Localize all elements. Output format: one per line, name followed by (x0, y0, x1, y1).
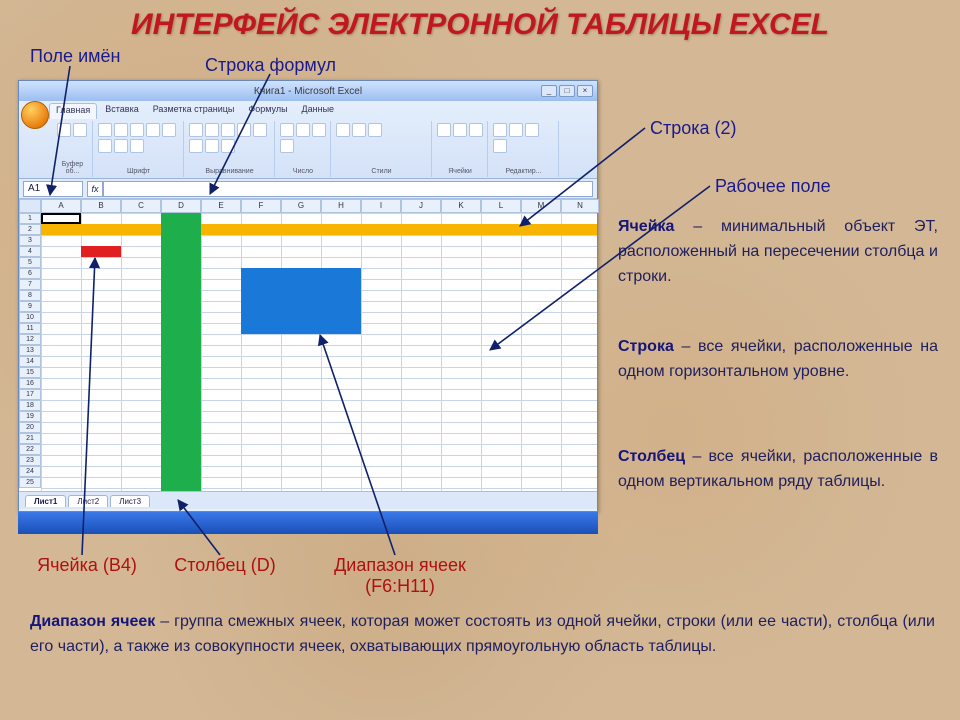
definition-range: Диапазон ячеек – группа смежных ячеек, к… (30, 610, 935, 660)
close-button[interactable]: × (577, 85, 593, 97)
row-header[interactable]: 14 (19, 356, 41, 367)
name-box[interactable]: A1 (23, 181, 83, 197)
col-header[interactable]: B (81, 199, 121, 213)
tab-home[interactable]: Главная (49, 103, 97, 119)
highlighted-column-d (161, 213, 201, 491)
row-header[interactable]: 15 (19, 367, 41, 378)
col-header[interactable]: D (161, 199, 201, 213)
active-cell-a1 (41, 213, 81, 224)
row-header[interactable]: 18 (19, 400, 41, 411)
col-header[interactable]: E (201, 199, 241, 213)
highlighted-row-2 (41, 224, 597, 235)
row-header[interactable]: 1 (19, 213, 41, 224)
col-header[interactable]: H (321, 199, 361, 213)
tab-insert[interactable]: Вставка (99, 103, 144, 119)
row-header[interactable]: 19 (19, 411, 41, 422)
sheet-tab[interactable]: Лист1 (25, 495, 66, 507)
callout-cell-b4: Ячейка (B4) (32, 555, 142, 576)
group-align: Выравнивание (189, 168, 270, 175)
callout-range: Диапазон ячеек (F6:H11) (310, 555, 490, 597)
definition-cell: Ячейка – минимальный объект ЭТ, располож… (618, 215, 938, 289)
ribbon-tabs: Главная Вставка Разметка страницы Формул… (19, 101, 597, 119)
fx-icon[interactable]: fx (87, 181, 103, 197)
window-titlebar: Книга1 - Microsoft Excel _ □ × (19, 81, 597, 101)
sheet-tab[interactable]: Лист2 (68, 495, 108, 507)
row-header[interactable]: 23 (19, 455, 41, 466)
callout-column-d: Столбец (D) (170, 555, 280, 576)
col-header[interactable]: C (121, 199, 161, 213)
row-header[interactable]: 22 (19, 444, 41, 455)
maximize-button[interactable]: □ (559, 85, 575, 97)
worksheet-area[interactable]: A B C D E F G H I J K L M N 123456789101… (19, 199, 597, 491)
col-header[interactable]: N (561, 199, 599, 213)
highlighted-cell-b4 (81, 246, 121, 257)
col-header[interactable]: L (481, 199, 521, 213)
row-header[interactable]: 3 (19, 235, 41, 246)
group-cells: Ячейки (437, 168, 483, 175)
row-header[interactable]: 7 (19, 279, 41, 290)
tab-layout[interactable]: Разметка страницы (147, 103, 241, 119)
label-row2: Строка (2) (650, 118, 737, 139)
highlighted-range-f6h11 (241, 268, 361, 334)
row-header[interactable]: 9 (19, 301, 41, 312)
tab-data[interactable]: Данные (296, 103, 341, 119)
group-edit: Редактир... (493, 168, 554, 175)
label-name-box: Поле имён (30, 46, 120, 67)
sheet-tabs: Лист1 Лист2 Лист3 (19, 491, 597, 509)
col-header[interactable]: M (521, 199, 561, 213)
row-header[interactable]: 13 (19, 345, 41, 356)
row-header[interactable]: 5 (19, 257, 41, 268)
row-header[interactable]: 21 (19, 433, 41, 444)
window-title: Книга1 - Microsoft Excel (254, 86, 362, 97)
row-header[interactable]: 12 (19, 334, 41, 345)
label-work-area: Рабочее поле (715, 176, 831, 197)
row-header[interactable]: 11 (19, 323, 41, 334)
col-header[interactable]: A (41, 199, 81, 213)
sheet-tab[interactable]: Лист3 (110, 495, 150, 507)
group-clipboard: Буфер об... (57, 161, 88, 175)
office-button[interactable] (21, 101, 49, 129)
col-header[interactable]: J (401, 199, 441, 213)
tab-formulas[interactable]: Формулы (242, 103, 293, 119)
row-header[interactable]: 16 (19, 378, 41, 389)
definition-row: Строка – все ячейки, расположенные на од… (618, 335, 938, 385)
slide-title: ИНТЕРФЕЙС ЭЛЕКТРОННОЙ ТАБЛИЦЫ EXCEL (0, 8, 960, 42)
row-header[interactable]: 8 (19, 290, 41, 301)
select-all-corner[interactable] (19, 199, 41, 213)
group-number: Число (280, 168, 326, 175)
ribbon: Главная Вставка Разметка страницы Формул… (19, 101, 597, 179)
row-header[interactable]: 10 (19, 312, 41, 323)
col-header[interactable]: I (361, 199, 401, 213)
minimize-button[interactable]: _ (541, 85, 557, 97)
excel-window: Книга1 - Microsoft Excel _ □ × Главная В… (18, 80, 598, 512)
row-header[interactable]: 17 (19, 389, 41, 400)
row-header[interactable]: 2 (19, 224, 41, 235)
formula-bar[interactable] (103, 181, 593, 197)
row-header[interactable]: 6 (19, 268, 41, 279)
row-header[interactable]: 24 (19, 466, 41, 477)
group-styles: Стили (336, 168, 427, 175)
row-header[interactable]: 20 (19, 422, 41, 433)
col-header[interactable]: F (241, 199, 281, 213)
col-header[interactable]: K (441, 199, 481, 213)
windows-taskbar (18, 512, 598, 534)
row-header[interactable]: 25 (19, 477, 41, 488)
row-header[interactable]: 4 (19, 246, 41, 257)
col-header[interactable]: G (281, 199, 321, 213)
group-font: Шрифт (98, 168, 179, 175)
definition-column: Столбец – все ячейки, расположенные в од… (618, 445, 938, 495)
label-formula-bar: Строка формул (205, 55, 336, 76)
